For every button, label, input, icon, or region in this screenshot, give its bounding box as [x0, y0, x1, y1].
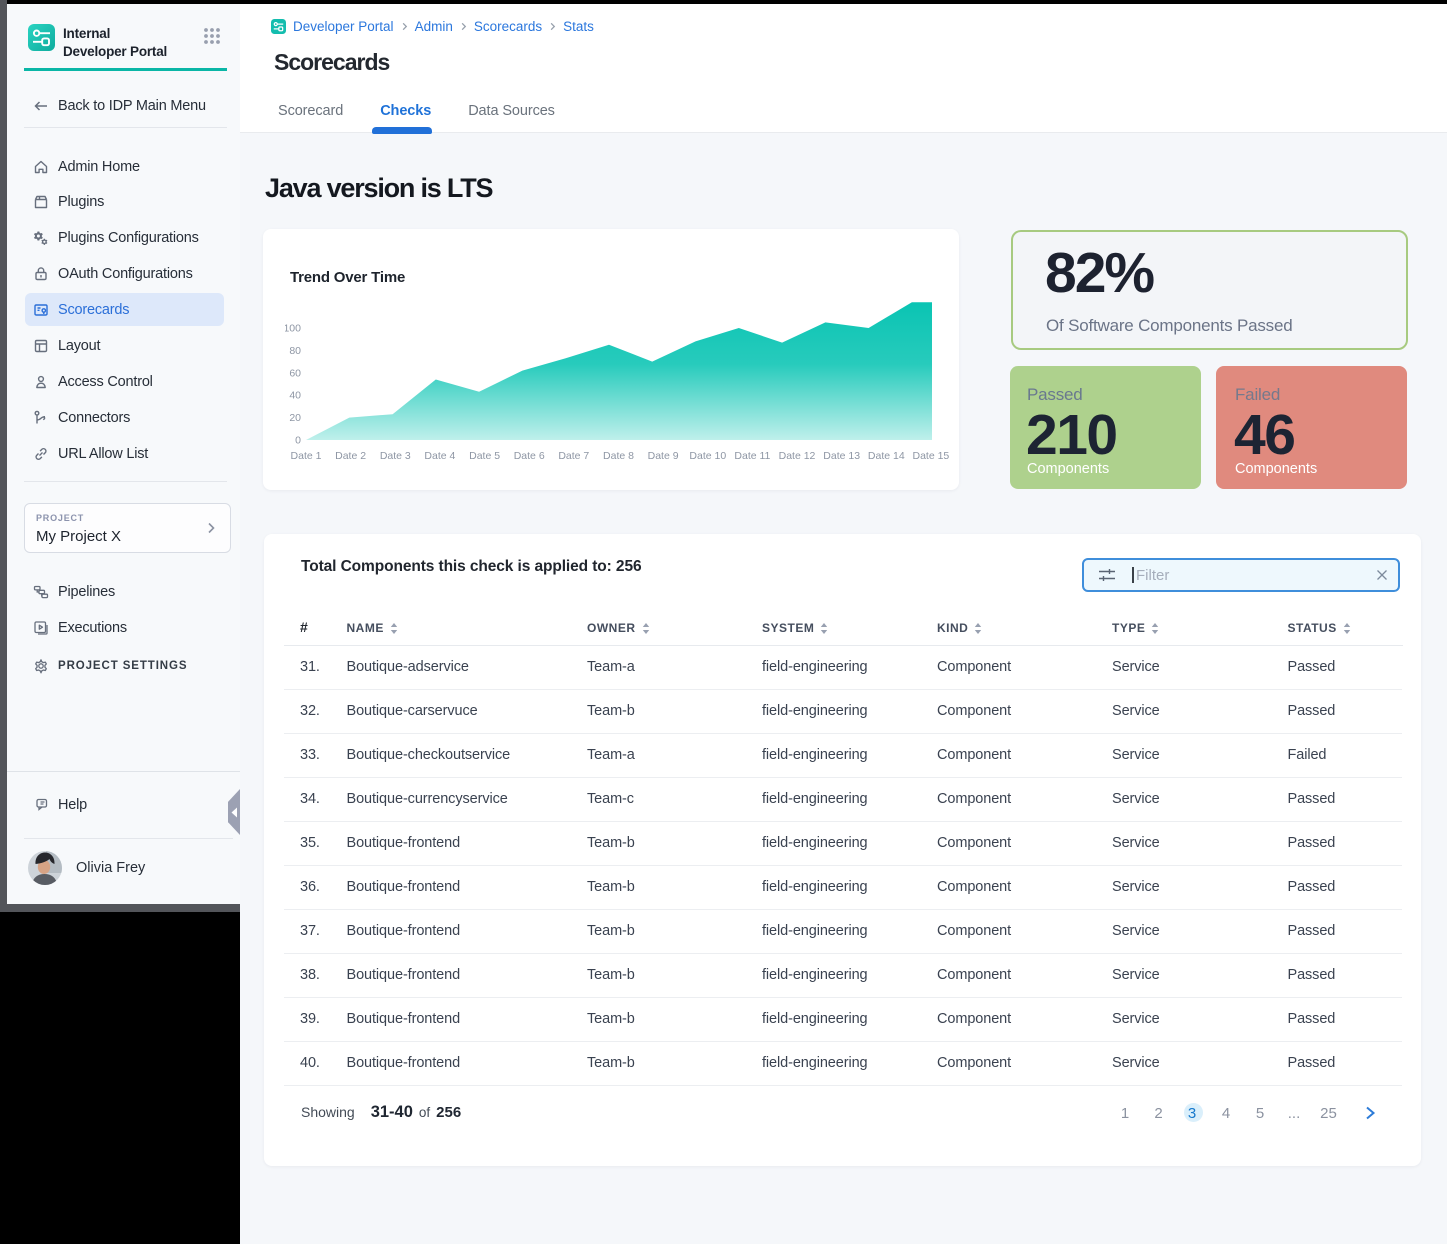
svg-text:Date 13: Date 13: [823, 450, 860, 462]
svg-text:Date 2: Date 2: [335, 450, 366, 462]
svg-text:60: 60: [289, 367, 301, 379]
svg-text:20: 20: [289, 412, 301, 424]
svg-text:Date 8: Date 8: [603, 450, 634, 462]
svg-text:Date 10: Date 10: [689, 450, 726, 462]
svg-text:80: 80: [289, 345, 301, 357]
svg-text:Date 6: Date 6: [514, 450, 545, 462]
svg-text:Date 7: Date 7: [558, 450, 589, 462]
svg-text:Date 5: Date 5: [469, 450, 500, 462]
svg-text:100: 100: [285, 323, 301, 335]
svg-text:40: 40: [289, 390, 301, 402]
svg-text:Date 3: Date 3: [380, 450, 411, 462]
svg-text:Date 12: Date 12: [779, 450, 816, 462]
svg-text:Date 15: Date 15: [913, 450, 950, 462]
svg-text:Date 1: Date 1: [291, 450, 322, 462]
svg-text:0: 0: [295, 435, 301, 447]
svg-text:Date 14: Date 14: [868, 450, 905, 462]
svg-text:Date 4: Date 4: [424, 450, 455, 462]
svg-text:Date 11: Date 11: [734, 450, 770, 462]
svg-text:Date 9: Date 9: [648, 450, 679, 462]
